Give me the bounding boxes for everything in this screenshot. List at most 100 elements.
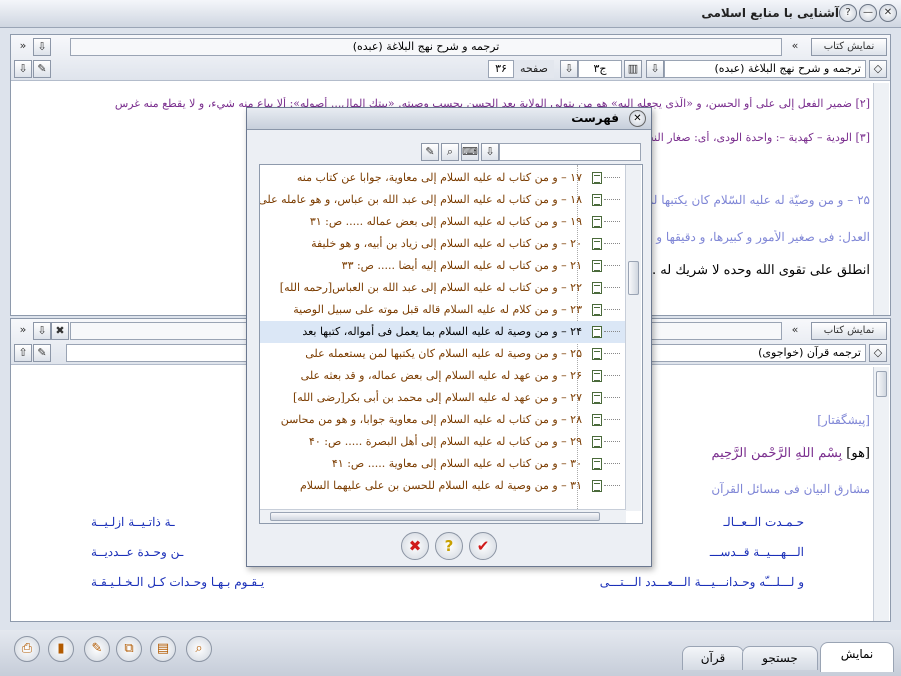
poem-line-2-right: الـــهـــيــة قــدســـ	[709, 545, 804, 559]
index-list-item[interactable]: ۲۴ – و من وصية له عليه السلام بما يعمل ف…	[260, 321, 626, 343]
index-list-item[interactable]: ۲۶ – و من عهد له عليه السلام إلى بعض عما…	[260, 365, 626, 387]
document-icon	[592, 238, 602, 250]
document-icon	[592, 348, 602, 360]
bookmark-icon[interactable]: ◇	[869, 60, 887, 78]
top-toolbar: نمایش کتاب « ترجمه و شرح نهج البلاغة (عب…	[11, 35, 890, 81]
book-select[interactable]: ترجمه و شرح نهج البلاغة (عبده)	[664, 60, 866, 78]
document-icon	[592, 480, 602, 492]
edit-icon[interactable]: ✎	[84, 636, 110, 662]
tree-line	[604, 265, 620, 266]
help-icon[interactable]: ?	[839, 4, 857, 22]
bottom-scrollbar[interactable]	[873, 367, 889, 621]
up-arrow-icon[interactable]: ⇧	[14, 344, 32, 362]
index-list-item[interactable]: ۱۸ – و من كتاب له عليه السلام إلى عبد ال…	[260, 189, 626, 211]
dropdown-arrow-icon[interactable]: ⇩	[481, 143, 499, 161]
ok-button[interactable]: ✔	[469, 532, 497, 560]
index-list-item[interactable]: ۲۳ – و من كلام له عليه السلام قاله قبل م…	[260, 299, 626, 321]
page-label: صفحه	[514, 60, 554, 78]
index-list-item[interactable]: ۳۱ – و من وصية له عليه السلام للحسن بن ع…	[260, 475, 626, 497]
close-pane-icon[interactable]: ✖	[51, 322, 69, 340]
search-icon[interactable]: ⌕	[186, 636, 212, 662]
tools-icon[interactable]: ✎	[33, 344, 51, 362]
page-field[interactable]: ۳۶	[488, 60, 514, 78]
tree-line	[604, 419, 620, 420]
index-item-label: ۲۰ – و من كتاب له عليه السلام إلى زياد ب…	[311, 237, 582, 250]
chevron-right-icon[interactable]: »	[14, 322, 32, 340]
book-icon[interactable]: ▮	[48, 636, 74, 662]
index-list-item[interactable]: ۲۷ – و من عهد له عليه السلام إلى محمد بن…	[260, 387, 626, 409]
scroll-down-icon[interactable]: ⇩	[33, 322, 51, 340]
tab-search[interactable]: جستجو	[742, 646, 818, 670]
chevron-left-icon[interactable]: «	[786, 322, 804, 340]
bismillah-tag: [هو]	[846, 446, 870, 461]
volume-arrow-icon[interactable]: ⇩	[560, 60, 578, 78]
bookmark-icon[interactable]: ◇	[869, 344, 887, 362]
index-list-item[interactable]: ۲۹ – و من كتاب له عليه السلام إلى أهل ال…	[260, 431, 626, 453]
index-item-label: ۲۸ – و من كتاب له عليه السلام إلى معاوية…	[280, 413, 582, 426]
keyboard-icon[interactable]: ⌨	[461, 143, 479, 161]
book-select-arrow-icon[interactable]: ⇩	[646, 60, 664, 78]
tree-line	[604, 375, 620, 376]
dialog-title: فهرست	[571, 111, 619, 125]
document-icon	[592, 260, 602, 272]
tree-line	[604, 353, 620, 354]
copy-icon[interactable]: ⧉	[116, 636, 142, 662]
index-list-item[interactable]: ۱۹ – و من كتاب له عليه السلام إلى بعض عم…	[260, 211, 626, 233]
index-item-label: ۳۱ – و من وصية له عليه السلام للحسن بن ع…	[300, 479, 582, 492]
app-title: آشنایی با منابع اسلامی	[701, 6, 839, 20]
document-icon	[592, 458, 602, 470]
find-icon[interactable]: ⌕	[441, 143, 459, 161]
list-hscrollbar[interactable]	[260, 509, 626, 523]
index-list-item[interactable]: ۳۰ – و من كتاب له عليه السلام إلى معاوية…	[260, 453, 626, 475]
cancel-button[interactable]: ✖	[401, 532, 429, 560]
help-button[interactable]: ?	[435, 532, 463, 560]
tab-display[interactable]: نمایش	[820, 642, 894, 672]
index-list: ۱۷ – و من كتاب له عليه السلام إلى معاوية…	[259, 164, 643, 524]
show-book-button-2[interactable]: نمایش کتاب	[811, 322, 887, 340]
index-item-label: ۲۳ – و من كلام له عليه السلام قاله قبل م…	[293, 303, 582, 316]
volume-field[interactable]: ج۳	[578, 60, 622, 78]
bismillah-text: بِسْمِ اللّهِ الرَّحْمنِ الرَّحِيمِ	[711, 446, 843, 461]
scroll-down-icon[interactable]: ⇩	[33, 38, 51, 56]
tab-quran[interactable]: قرآن	[682, 646, 744, 670]
tree-line	[604, 463, 620, 464]
book-title-field: ترجمه و شرح نهج البلاغة (عبده)	[70, 38, 782, 56]
chevron-left-icon[interactable]: «	[786, 38, 804, 56]
show-book-button[interactable]: نمایش کتاب	[811, 38, 887, 56]
index-list-item[interactable]: ۲۱ – و من كتاب له عليه السلام إليه أيضا …	[260, 255, 626, 277]
list-scroll-thumb[interactable]	[628, 261, 639, 295]
tools-icon[interactable]: ✎	[421, 143, 439, 161]
index-list-item[interactable]: ۲۲ – و من كتاب له عليه السلام إلى عبد ال…	[260, 277, 626, 299]
chevron-right-icon[interactable]: »	[14, 38, 32, 56]
note-icon[interactable]: ▤	[150, 636, 176, 662]
close-icon[interactable]: ✕	[879, 4, 897, 22]
tree-line	[604, 199, 620, 200]
list-hscroll-thumb[interactable]	[270, 512, 600, 521]
poem-line-1-left: ـة ذاتـيــة ازلـيــة	[91, 515, 175, 529]
tools-icon[interactable]: ✎	[33, 60, 51, 78]
print-icon[interactable]: ⎙	[14, 636, 40, 662]
tree-line	[604, 177, 620, 178]
tree-line	[604, 309, 620, 310]
index-item-label: ۲۱ – و من كتاب له عليه السلام إليه أيضا …	[341, 259, 582, 272]
document-icon	[592, 414, 602, 426]
minimize-icon[interactable]: —	[859, 4, 877, 22]
index-item-label: ۱۸ – و من كتاب له عليه السلام إلى عبد ال…	[260, 193, 582, 206]
down-arrow-icon[interactable]: ⇩	[14, 60, 32, 78]
top-scrollbar[interactable]	[873, 83, 889, 315]
document-icon	[592, 304, 602, 316]
dialog-close-icon[interactable]: ✕	[629, 110, 646, 127]
index-list-item[interactable]: ۱۷ – و من كتاب له عليه السلام إلى معاوية…	[260, 167, 626, 189]
index-list-item[interactable]: ۲۸ – و من كتاب له عليه السلام إلى معاوية…	[260, 409, 626, 431]
document-icon	[592, 172, 602, 184]
volume-icon[interactable]: ▥	[624, 60, 642, 78]
list-scrollbar[interactable]	[625, 165, 641, 511]
bottom-scroll-thumb[interactable]	[876, 371, 887, 397]
index-list-item[interactable]: ۲۵ – و من وصية له عليه السلام كان يكتبها…	[260, 343, 626, 365]
bottom-bar: ⎙ ▮ ✎ ⧉ ▤ ⌕ قرآن جستجو نمایش	[0, 630, 901, 676]
index-item-label: ۲۷ – و من عهد له عليه السلام إلى محمد بن…	[292, 391, 582, 404]
index-list-item[interactable]: ۲۰ – و من كتاب له عليه السلام إلى زياد ب…	[260, 233, 626, 255]
index-item-label: ۲۴ – و من وصية له عليه السلام بما يعمل ف…	[302, 325, 582, 338]
poem-line-2-left: ـن وحـدة عــدديــة	[91, 545, 184, 559]
dialog-search-input[interactable]	[499, 143, 641, 161]
